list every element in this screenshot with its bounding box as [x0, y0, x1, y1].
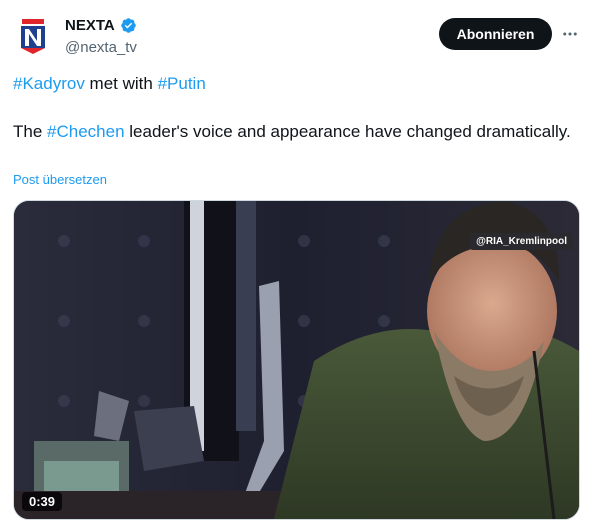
more-options-button[interactable]: [558, 22, 582, 46]
video-duration-badge: 0:39: [22, 492, 63, 511]
post-text-fragment: leader's voice and appearance have chang…: [124, 122, 571, 141]
post-text-line-1: #Kadyrov met with #Putin: [13, 73, 206, 95]
post-text-fragment: The: [13, 122, 48, 141]
author-handle[interactable]: @nexta_tv: [65, 39, 137, 56]
author-name-row[interactable]: NEXTA: [65, 17, 137, 34]
post-text-fragment: met with: [84, 74, 158, 93]
author-name[interactable]: NEXTA: [65, 17, 115, 34]
video-player[interactable]: @RIA_Kremlinpool 0:39: [13, 200, 580, 520]
verified-badge-icon: [120, 18, 136, 33]
tweet-card: NEXTA @nexta_tv Abonnieren #Kadyrov met …: [0, 0, 600, 530]
hashtag-kadyrov[interactable]: #Kadyrov: [13, 74, 85, 93]
hashtag-chechen[interactable]: #Chechen: [47, 122, 125, 141]
more-dots-icon: [563, 32, 577, 36]
translate-post-link[interactable]: Post übersetzen: [13, 172, 107, 187]
hashtag-putin[interactable]: #Putin: [158, 74, 206, 93]
follow-button[interactable]: Abonnieren: [439, 18, 552, 50]
avatar[interactable]: [13, 16, 53, 56]
post-text-line-2: The #Chechen leader's voice and appearan…: [13, 121, 573, 143]
nexta-logo-icon: [13, 16, 53, 56]
video-watermark: @RIA_Kremlinpool: [470, 233, 573, 250]
